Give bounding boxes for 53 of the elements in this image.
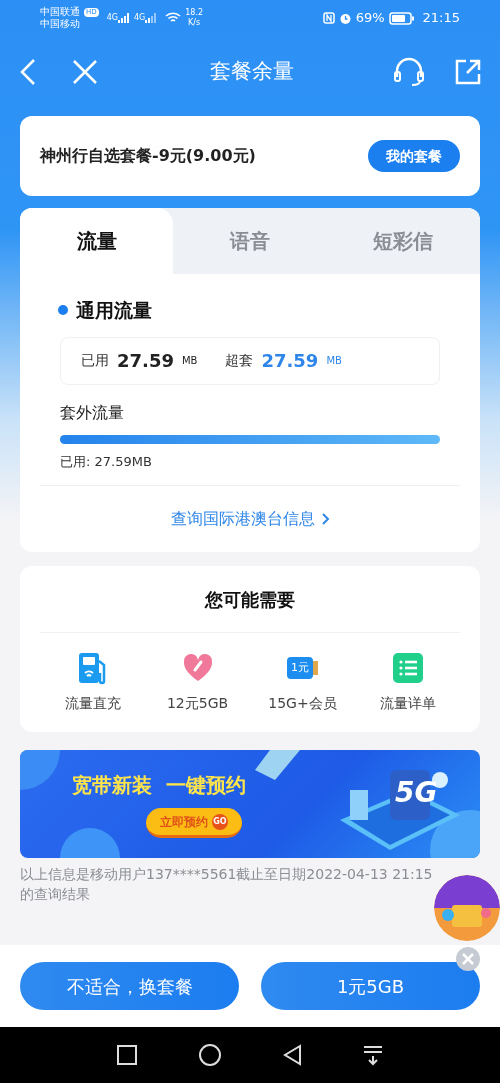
over-unit: MB xyxy=(326,354,342,368)
recommend-item[interactable]: 流量直充 xyxy=(40,651,145,714)
broadband-banner[interactable]: 宽带新装 一键预约 立即预约 GO 5G xyxy=(20,750,480,858)
chevron-right-icon xyxy=(320,512,330,526)
action-button[interactable]: 1元5GB xyxy=(261,962,480,1010)
network-label: 4G xyxy=(106,12,118,24)
signal-icon xyxy=(117,13,130,23)
network-label: 4G xyxy=(133,12,146,24)
book-now-button: 立即预约 GO xyxy=(145,808,242,838)
used-unit: MB xyxy=(181,354,198,368)
tab[interactable]: 短彩信 xyxy=(326,208,480,274)
tab[interactable]: 语音 xyxy=(173,208,327,274)
clock-time: 21:15 xyxy=(422,9,460,28)
query-footnote: 以上信息是移动用户137****5561截止至日期2022-04-13 21:15的查询结果 xyxy=(20,865,434,904)
section-title: 通用流量 xyxy=(76,298,152,323)
battery-icon xyxy=(388,11,415,25)
used-value: 27.59 xyxy=(117,349,174,373)
speed-label: 18.2 xyxy=(185,8,204,18)
go-badge: GO xyxy=(211,813,228,830)
carrier-label: 中国移动 xyxy=(40,18,81,30)
close-icon[interactable] xyxy=(456,947,480,971)
over-label: 超套 xyxy=(225,351,254,370)
banner-5g-mark: 5G xyxy=(395,775,438,811)
recommend-item[interactable]: 1元 15G+会员 xyxy=(250,651,355,714)
my-plan-button[interactable]: 我的套餐 xyxy=(368,140,460,172)
plan-name: 神州行自选套餐-9元(9.00元) xyxy=(40,145,256,167)
back-icon[interactable] xyxy=(282,1044,302,1066)
tab[interactable]: 流量 xyxy=(20,208,174,274)
action-button[interactable]: 不适合，换套餐 xyxy=(20,962,239,1010)
usage-reading: 已用: 27.59MB xyxy=(60,452,153,471)
extra-title: 套外流量 xyxy=(60,401,125,424)
recent-apps-icon[interactable] xyxy=(116,1044,138,1066)
international-info-link[interactable]: 查询国际港澳台信息 xyxy=(40,486,460,552)
wifi-icon xyxy=(165,12,182,24)
home-icon[interactable] xyxy=(198,1043,222,1067)
share-icon[interactable] xyxy=(454,58,482,86)
close-icon[interactable] xyxy=(72,59,98,85)
headset-icon[interactable] xyxy=(392,57,426,87)
nfc-icon xyxy=(322,12,335,24)
list-icon xyxy=(392,653,423,683)
recommend-item[interactable]: 12元5GB xyxy=(145,651,250,714)
page-title: 套餐余量 xyxy=(209,58,295,86)
carrier-label: 中国联通 xyxy=(40,6,80,18)
notification-icon[interactable] xyxy=(362,1044,384,1066)
recommend-item[interactable]: 流量详单 xyxy=(355,651,460,714)
speed-unit: K/s xyxy=(188,18,201,28)
recommend-title: 您可能需要 xyxy=(203,587,296,612)
banner-headline: 宽带新装 一键预约 xyxy=(72,772,246,799)
over-value: 27.59 xyxy=(261,349,319,373)
battery-percent: 69% xyxy=(355,9,385,28)
alarm-icon xyxy=(338,11,352,25)
signal-icon xyxy=(145,13,158,23)
used-label: 已用 xyxy=(81,351,109,370)
